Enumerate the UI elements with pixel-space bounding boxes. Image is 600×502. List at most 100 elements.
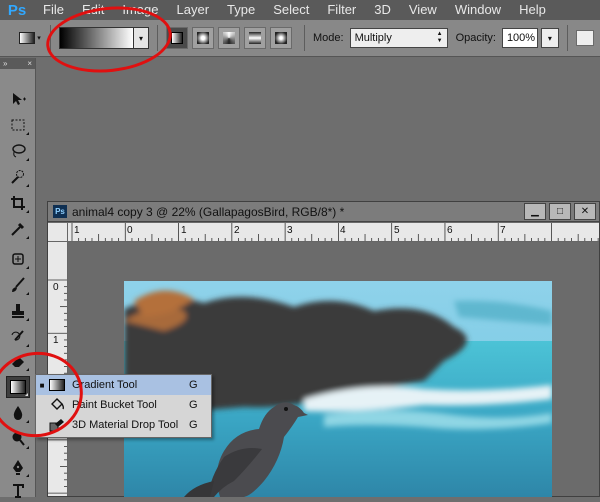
menu-file[interactable]: File xyxy=(34,0,73,20)
menu-select[interactable]: Select xyxy=(264,0,318,20)
opacity-label: Opacity: xyxy=(455,32,496,44)
restore-button[interactable]: □ xyxy=(549,203,571,220)
ruler-label: 1 xyxy=(181,225,187,236)
eyedropper-icon xyxy=(11,222,25,236)
history-brush-tool[interactable] xyxy=(6,326,30,348)
menu-help[interactable]: Help xyxy=(510,0,555,20)
blur-tool[interactable] xyxy=(6,402,30,424)
ruler-label: 2 xyxy=(234,225,240,236)
diamond-gradient-button[interactable] xyxy=(270,27,292,49)
mode-select[interactable]: Multiply ▲ ▼ xyxy=(349,28,448,48)
ruler-origin[interactable] xyxy=(48,223,68,242)
brush-tool[interactable] xyxy=(6,274,30,296)
menu-layer[interactable]: Layer xyxy=(168,0,219,20)
chevron-down-icon[interactable]: ▾ xyxy=(134,28,148,48)
gradient-tool[interactable] xyxy=(6,376,30,398)
healing-brush-icon xyxy=(12,253,24,265)
mode-label: Mode: xyxy=(313,32,344,44)
eraser-icon xyxy=(12,357,24,367)
ruler-label: 1 xyxy=(53,335,59,346)
eyedropper-tool[interactable] xyxy=(6,218,30,240)
opacity-input[interactable]: 100% xyxy=(501,28,538,48)
menu-view[interactable]: View xyxy=(400,0,446,20)
history-brush-icon xyxy=(11,330,24,341)
flyout-item-shortcut: G xyxy=(189,379,198,391)
ruler-label: 7 xyxy=(500,225,506,236)
eraser-tool[interactable] xyxy=(6,350,30,372)
gradient-preview[interactable] xyxy=(60,28,134,48)
material-drop-icon xyxy=(48,418,66,432)
ruler-label: 0 xyxy=(53,282,59,293)
marquee-tool[interactable] xyxy=(6,114,30,136)
separator xyxy=(50,25,51,51)
angle-gradient-button[interactable] xyxy=(218,27,240,49)
vertical-ruler[interactable]: 0 1 2 xyxy=(48,242,68,496)
menu-image[interactable]: Image xyxy=(113,0,167,20)
pen-icon xyxy=(13,460,23,475)
flyout-item-gradient-tool[interactable]: ■ Gradient Tool G xyxy=(36,375,211,395)
menu-bar: Ps File Edit Image Layer Type Select Fil… xyxy=(0,0,600,20)
healing-brush-tool[interactable] xyxy=(6,248,30,270)
close-button[interactable]: ✕ xyxy=(574,203,596,220)
horizontal-ruler[interactable]: 1 0 1 2 3 4 5 6 7 xyxy=(68,223,599,242)
toolbox: » × xyxy=(0,58,36,498)
opacity-dropdown[interactable]: ▾ xyxy=(540,28,559,48)
quick-selection-tool[interactable] xyxy=(6,166,30,188)
menu-filter[interactable]: Filter xyxy=(318,0,365,20)
dodge-tool[interactable] xyxy=(6,428,30,450)
brush-icon xyxy=(12,277,25,292)
linear-gradient-button[interactable] xyxy=(166,27,188,49)
reverse-checkbox[interactable] xyxy=(575,30,594,46)
ruler-label: 4 xyxy=(340,225,346,236)
clone-stamp-icon xyxy=(12,304,24,318)
document-title: animal4 copy 3 @ 22% (GallapagosBird, RG… xyxy=(72,204,345,219)
crop-tool[interactable] xyxy=(6,192,30,214)
dodge-icon xyxy=(12,432,25,446)
minimize-button[interactable]: ▁ xyxy=(524,203,546,220)
flyout-item-label: Paint Bucket Tool xyxy=(72,399,157,411)
selected-bullet-icon: ■ xyxy=(39,380,45,390)
clone-stamp-tool[interactable] xyxy=(6,300,30,322)
reflected-gradient-button[interactable] xyxy=(244,27,266,49)
linear-gradient-icon xyxy=(171,32,183,44)
ruler-label: 5 xyxy=(394,225,400,236)
menu-3d[interactable]: 3D xyxy=(365,0,400,20)
document-tab[interactable]: Ps animal4 copy 3 @ 22% (GallapagosBird,… xyxy=(48,202,599,222)
photoshop-document-icon: Ps xyxy=(53,205,67,218)
separator xyxy=(304,25,305,51)
toolbox-header[interactable]: » × xyxy=(0,58,35,69)
type-tool[interactable] xyxy=(6,480,30,502)
tool-preset-picker[interactable]: ▾ xyxy=(18,27,42,49)
gradient-icon xyxy=(10,380,26,394)
options-bar: ▾ ▾ Mode: Multiply ▲ ▼ Opacity: 100% ▾ xyxy=(0,20,600,57)
diamond-gradient-icon xyxy=(275,32,287,44)
photoshop-logo: Ps xyxy=(7,1,27,19)
stepper-icon: ▲ ▼ xyxy=(436,31,443,44)
move-tool[interactable] xyxy=(6,88,30,110)
menu-type[interactable]: Type xyxy=(218,0,264,20)
lasso-tool[interactable] xyxy=(6,140,30,162)
collapse-icon[interactable]: » xyxy=(3,59,7,68)
ruler-label: 6 xyxy=(447,225,453,236)
chevron-down-icon: ▾ xyxy=(37,35,41,42)
close-icon[interactable]: × xyxy=(27,59,32,68)
flyout-item-shortcut: G xyxy=(189,399,198,411)
reflected-gradient-icon xyxy=(249,32,261,44)
menu-window[interactable]: Window xyxy=(446,0,510,20)
move-icon xyxy=(13,93,26,105)
pen-tool[interactable] xyxy=(6,456,30,478)
menu-edit[interactable]: Edit xyxy=(73,0,113,20)
flyout-item-3d-material-drop-tool[interactable]: 3D Material Drop Tool G xyxy=(36,415,211,435)
separator xyxy=(157,25,158,51)
paint-bucket-icon xyxy=(48,398,66,412)
radial-gradient-button[interactable] xyxy=(192,27,214,49)
crop-icon xyxy=(11,196,25,210)
gradient-picker[interactable]: ▾ xyxy=(59,27,149,49)
radial-gradient-icon xyxy=(197,32,209,44)
flyout-item-label: 3D Material Drop Tool xyxy=(72,419,179,431)
ruler-ticks xyxy=(48,279,67,494)
ruler-ticks xyxy=(71,223,599,241)
flyout-item-paint-bucket-tool[interactable]: Paint Bucket Tool G xyxy=(36,395,211,415)
tool-flyout-menu: ■ Gradient Tool G Paint Bucket Tool G 3D… xyxy=(35,374,212,438)
gradient-tool-icon xyxy=(19,32,36,44)
